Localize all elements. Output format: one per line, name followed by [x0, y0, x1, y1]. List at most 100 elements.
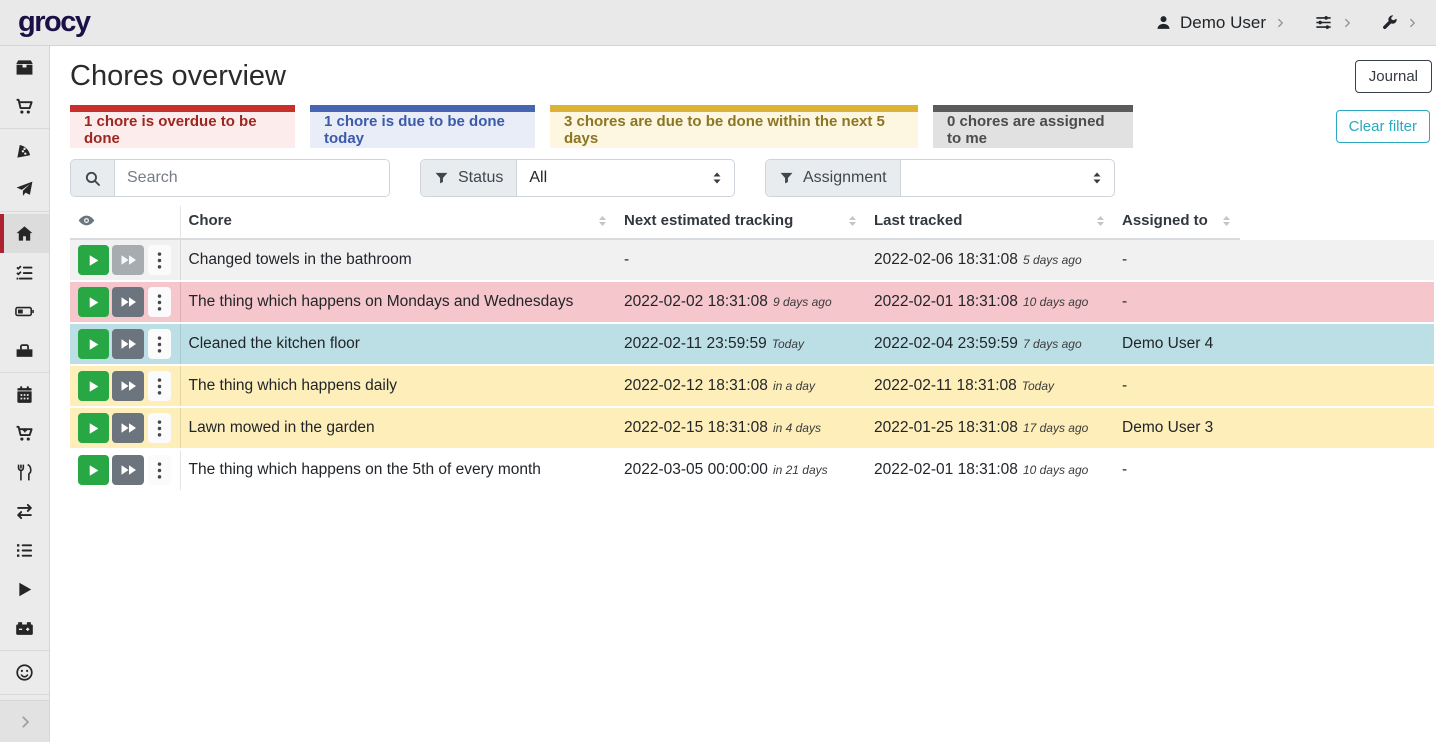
last-tracked-relative: 10 days ago [1023, 463, 1088, 477]
battery-icon [15, 302, 34, 321]
skip-chore-button[interactable] [112, 245, 143, 275]
main-content: Chores overview Journal 1 chore is overd… [50, 46, 1436, 490]
kebab-menu-icon [154, 293, 165, 312]
track-chore-button[interactable] [78, 455, 109, 485]
due-soon-status-card[interactable]: 3 chores are due to be done within the n… [550, 105, 918, 148]
row-menu-button[interactable] [148, 371, 172, 401]
search-group [70, 159, 390, 197]
sidebar-item-smile[interactable] [0, 653, 49, 692]
fast-forward-icon [120, 464, 137, 476]
sidebar-item-toolbox[interactable] [0, 331, 49, 370]
sidebar-divider [0, 650, 49, 651]
sort-icon [1095, 215, 1106, 227]
row-menu-button[interactable] [148, 455, 172, 485]
due-today-status-card[interactable]: 1 chore is due to be done today [310, 105, 535, 148]
sidebar-items [0, 48, 49, 697]
box-icon [15, 58, 34, 77]
overdue-status-card[interactable]: 1 chore is overdue to be done [70, 105, 295, 148]
status-filter-select[interactable]: All [517, 160, 734, 196]
sidebar-item-utensils[interactable] [0, 453, 49, 492]
sidebar-item-home[interactable] [0, 214, 49, 253]
kebab-menu-icon [154, 419, 165, 438]
sidebar-item-tasks[interactable] [0, 253, 49, 292]
fast-forward-icon [120, 254, 137, 266]
skip-chore-button[interactable] [112, 371, 143, 401]
paper-plane-icon [15, 180, 34, 199]
chore-name: The thing which happens daily [189, 377, 398, 394]
chore-name: The thing which happens on the 5th of ev… [189, 461, 541, 478]
utensils-icon [15, 463, 34, 482]
filters-row: Status All Assignment [70, 159, 1432, 197]
column-header-label: Assigned to [1122, 212, 1208, 229]
last-tracked-value: 2022-02-06 18:31:08 [874, 251, 1018, 268]
track-chore-button[interactable] [78, 287, 109, 317]
sidebar-item-pizza-slice[interactable] [0, 131, 49, 170]
sidebar-item-cart-plus[interactable] [0, 414, 49, 453]
sidebar-item-box[interactable] [0, 48, 49, 87]
assigned-to-value: Demo User 4 [1122, 335, 1213, 352]
chores-table: Chore Next estimated tracking Last track… [70, 206, 1434, 490]
last-tracked-relative: 5 days ago [1023, 253, 1082, 267]
next-tracking-value: 2022-02-12 18:31:08 [624, 377, 768, 394]
fast-forward-icon [120, 422, 137, 434]
assigned-to-me-status-card[interactable]: 0 chores are assigned to me [933, 105, 1133, 148]
journal-button[interactable]: Journal [1355, 60, 1432, 93]
row-menu-button[interactable] [148, 413, 172, 443]
assignment-filter-select[interactable] [901, 160, 1114, 196]
row-menu-button[interactable] [148, 287, 172, 317]
play-icon [87, 464, 100, 477]
sidebar-item-calendar[interactable] [0, 375, 49, 414]
sidebar-item-play[interactable] [0, 570, 49, 609]
sort-icon [597, 215, 608, 227]
table-row: The thing which happens on Mondays and W… [70, 281, 1434, 323]
row-menu-button[interactable] [148, 329, 172, 359]
track-chore-button[interactable] [78, 245, 109, 275]
column-header-last-tracked[interactable]: Last tracked [866, 206, 1114, 239]
skip-chore-button[interactable] [112, 455, 143, 485]
sidebar-item-list[interactable] [0, 531, 49, 570]
settings-menu[interactable] [1314, 13, 1353, 32]
filler-column-header [1240, 206, 1434, 239]
chevron-right-icon [1274, 17, 1286, 29]
grocy-logo[interactable]: grocy [18, 8, 89, 37]
last-tracked-value: 2022-02-11 18:31:08 [874, 377, 1017, 394]
clear-filter-button[interactable]: Clear filter [1336, 110, 1430, 143]
play-icon [87, 296, 100, 309]
skip-chore-button[interactable] [112, 287, 143, 317]
sliders-icon [1314, 13, 1333, 32]
assignment-filter-label: Assignment [803, 169, 887, 187]
play-icon [87, 422, 100, 435]
row-menu-button[interactable] [148, 245, 172, 275]
sort-icon [847, 215, 858, 227]
column-header-label: Chore [189, 212, 232, 229]
status-card-label: 0 chores are assigned to me [947, 113, 1119, 147]
sidebar-item-exchange[interactable] [0, 492, 49, 531]
sidebar-item-battery[interactable] [0, 292, 49, 331]
user-menu[interactable]: Demo User [1155, 13, 1286, 33]
admin-menu[interactable] [1381, 14, 1418, 31]
track-chore-button[interactable] [78, 329, 109, 359]
column-header-next-tracking[interactable]: Next estimated tracking [616, 206, 866, 239]
select-arrows-icon [1092, 171, 1102, 185]
sidebar-item-car-battery[interactable] [0, 609, 49, 648]
next-tracking-value: 2022-02-15 18:31:08 [624, 419, 768, 436]
skip-chore-button[interactable] [112, 413, 143, 443]
kebab-menu-icon [154, 461, 165, 480]
fast-forward-icon [120, 338, 137, 350]
sidebar-collapse-button[interactable] [0, 700, 49, 742]
column-header-chore[interactable]: Chore [180, 206, 616, 239]
sidebar [0, 46, 50, 742]
search-input[interactable] [115, 160, 389, 196]
exchange-icon [15, 502, 34, 521]
table-header-row: Chore Next estimated tracking Last track… [70, 206, 1434, 239]
search-icon [84, 170, 101, 187]
sidebar-item-shopping-cart[interactable] [0, 87, 49, 126]
chore-name: The thing which happens on Mondays and W… [189, 293, 574, 310]
track-chore-button[interactable] [78, 371, 109, 401]
column-header-assigned-to[interactable]: Assigned to [1114, 206, 1240, 239]
skip-chore-button[interactable] [112, 329, 143, 359]
track-chore-button[interactable] [78, 413, 109, 443]
sidebar-divider [0, 211, 49, 212]
chore-name: Lawn mowed in the garden [189, 419, 375, 436]
sidebar-item-paper-plane[interactable] [0, 170, 49, 209]
